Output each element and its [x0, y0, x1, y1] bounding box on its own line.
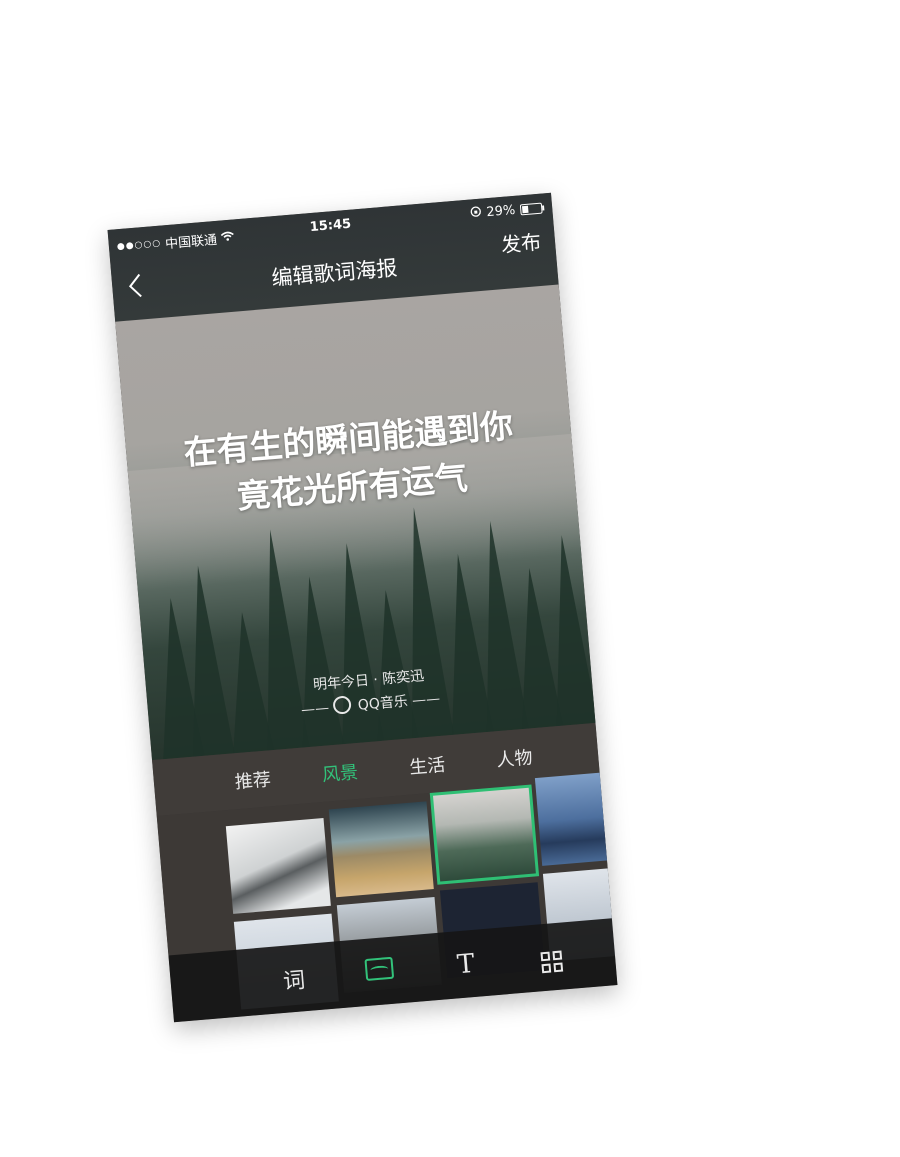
thumbnail-snowy-mountain[interactable]: [225, 818, 331, 914]
publish-button[interactable]: 发布: [500, 226, 542, 258]
stage: ●●○○○ 中国联通 15:45 29% 编辑歌词海报 发布 在有生的瞬间能遇到…: [0, 0, 900, 1157]
tab-people[interactable]: 人物: [495, 743, 534, 772]
battery-icon: [519, 202, 543, 216]
status-right: 29%: [470, 201, 543, 222]
divider-line: ——: [300, 699, 335, 719]
phone-screen: ●●○○○ 中国联通 15:45 29% 编辑歌词海报 发布 在有生的瞬间能遇到…: [107, 192, 618, 1023]
rotation-lock-icon: [470, 206, 482, 222]
thumbnail-beach[interactable]: [328, 801, 434, 898]
text-tool-button[interactable]: T: [445, 947, 487, 980]
tab-recommended[interactable]: 推荐: [234, 765, 272, 794]
tab-scenery[interactable]: 风景: [321, 758, 359, 787]
image-tool-button[interactable]: [359, 956, 401, 987]
image-icon: [364, 956, 395, 981]
thumbnail-foggy-forest[interactable]: [429, 784, 540, 885]
brand-name: QQ音乐: [357, 693, 409, 714]
battery-percent: 29%: [485, 202, 516, 221]
qr-code-icon: [540, 950, 564, 974]
qr-tool-button[interactable]: [531, 940, 573, 974]
thumbnail-lake-trees[interactable]: [534, 769, 618, 866]
text-icon: T: [455, 948, 476, 980]
tab-life[interactable]: 生活: [408, 751, 446, 780]
poster-preview: 在有生的瞬间能遇到你 竟花光所有运气 明年今日 · 陈奕迅 —— QQ音乐 ——: [115, 284, 596, 761]
divider-line: ——: [411, 690, 441, 710]
lyrics-tool-button[interactable]: 词: [273, 961, 316, 996]
qq-music-logo-icon: [332, 695, 353, 715]
